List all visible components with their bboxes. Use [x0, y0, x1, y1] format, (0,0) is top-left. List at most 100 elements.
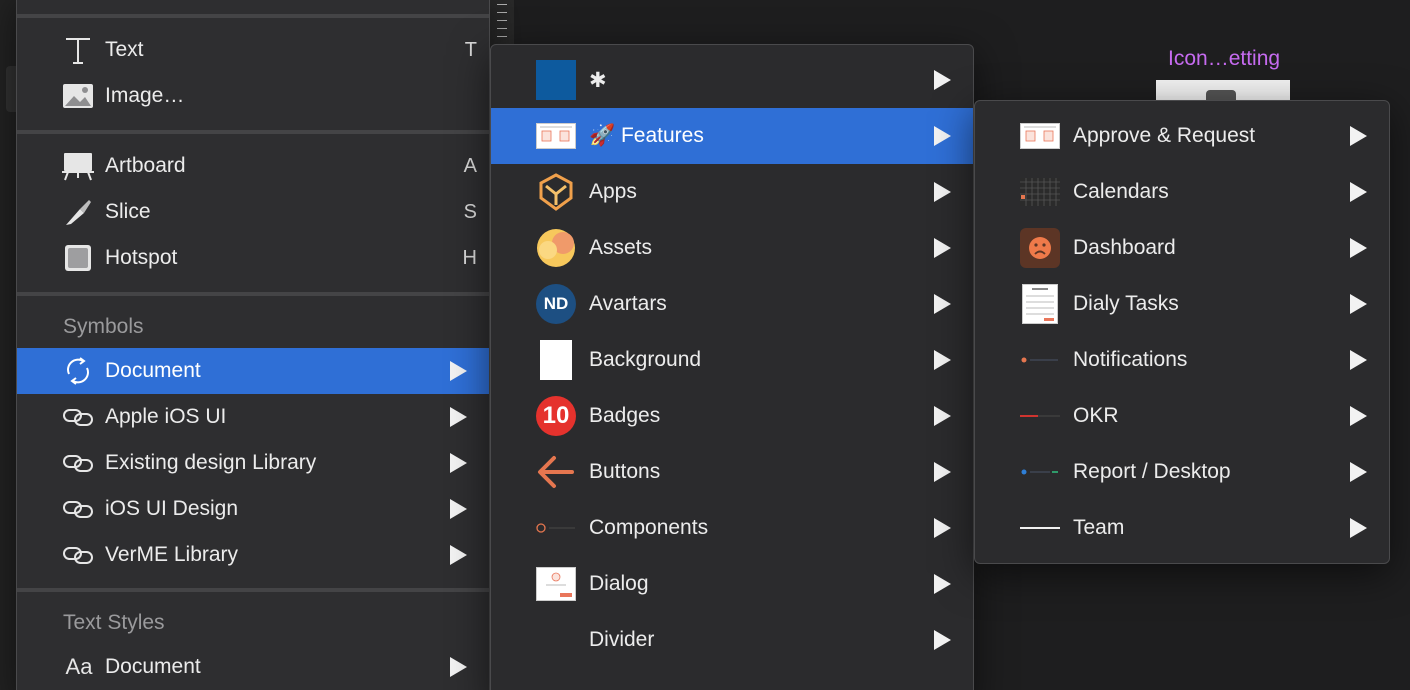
menu-item-divider[interactable]: Divider: [491, 612, 973, 668]
menu-item-symbols-apple-ios-ui[interactable]: Apple iOS UI: [17, 394, 489, 440]
menu-separator: [17, 14, 489, 18]
menu-item-symbols-document[interactable]: Document: [17, 348, 489, 394]
menu-item-label: Apps: [589, 180, 637, 203]
shortcut-key: H: [462, 246, 477, 269]
submenu-arrow-icon: [1350, 518, 1367, 538]
submenu-arrow-icon: [1350, 462, 1367, 482]
menu-item-text[interactable]: Text T: [17, 27, 489, 73]
menu-item-label: iOS UI Design: [105, 497, 239, 520]
symbols-section-header: Symbols: [63, 315, 144, 338]
menu-item-team[interactable]: Team: [975, 500, 1389, 556]
menu-item-dialog[interactable]: Dialog: [491, 556, 973, 612]
avatar-initials: ND: [543, 294, 569, 313]
menu-item-symbols-ios-ui-design[interactable]: iOS UI Design: [17, 486, 489, 532]
menu-item-label: Team: [1073, 516, 1125, 539]
menu-item-asterisk[interactable]: ✱: [491, 52, 973, 108]
menu-item-components[interactable]: Components: [491, 500, 973, 556]
menu-item-label: Calendars: [1073, 180, 1169, 203]
menu-item-notifications[interactable]: Notifications: [975, 332, 1389, 388]
shortcut-key: S: [463, 200, 477, 223]
submenu-arrow-icon: [450, 545, 467, 565]
submenu-arrow-icon: [450, 499, 467, 519]
menu-item-slice[interactable]: Slice S: [17, 189, 489, 235]
menu-item-buttons[interactable]: Buttons: [491, 444, 973, 500]
menu-separator: [17, 292, 489, 296]
red-badge-icon: 10: [536, 396, 576, 436]
library-link-icon: [61, 492, 95, 526]
menu-item-label: Artboard: [105, 154, 186, 177]
sad-face-dashboard-icon: [1019, 227, 1061, 269]
menu-item-label: OKR: [1073, 404, 1119, 427]
library-link-icon: [61, 538, 95, 572]
assets-orb-icon: [535, 227, 577, 269]
menu-item-partially-hidden[interactable]: [491, 668, 973, 690]
menu-item-label: Avartars: [589, 292, 667, 315]
submenu-arrow-icon: [1350, 126, 1367, 146]
arrow-left-icon: [535, 451, 577, 493]
menu-item-apps[interactable]: Apps: [491, 164, 973, 220]
menu-item-label: Divider: [589, 628, 655, 651]
menu-item-label: Image…: [105, 84, 185, 107]
features-submenu: Approve & Request Calendars Dashboard Di…: [974, 100, 1390, 564]
submenu-arrow-icon: [934, 294, 951, 314]
menu-separator: [17, 588, 489, 592]
slice-knife-icon: [61, 195, 95, 229]
menu-item-artboard[interactable]: Artboard A: [17, 143, 489, 189]
menu-item-label: ✱: [589, 68, 607, 92]
menu-item-label: Background: [589, 348, 702, 371]
menu-item-label: Buttons: [589, 460, 661, 483]
image-icon: [61, 79, 95, 113]
insert-menu: Text T Image… Artboard A Slice S Hotspot…: [16, 0, 490, 690]
submenu-arrow-icon: [934, 630, 951, 650]
menu-item-text-styles-document[interactable]: Aa Document: [17, 644, 489, 690]
menu-item-label: Dialy Tasks: [1073, 292, 1179, 315]
shortcut-key: A: [463, 154, 477, 177]
menu-item-label: Dialog: [589, 572, 649, 595]
menu-item-symbols-verme-library[interactable]: VerME Library: [17, 532, 489, 578]
menu-item-label: Components: [589, 516, 709, 539]
menu-item-hotspot[interactable]: Hotspot H: [17, 235, 489, 281]
submenu-arrow-icon: [450, 407, 467, 427]
daily-tasks-thumbnail-icon: [1019, 283, 1061, 325]
okr-progress-line-icon: [1019, 395, 1061, 437]
submenu-arrow-icon: [450, 453, 467, 473]
submenu-arrow-icon: [1350, 182, 1367, 202]
menu-item-label: Hotspot: [105, 246, 178, 269]
menu-item-label: Slice: [105, 200, 151, 223]
menu-item-calendars[interactable]: Calendars: [975, 164, 1389, 220]
menu-item-background[interactable]: Background: [491, 332, 973, 388]
menu-item-badges[interactable]: 10 Badges: [491, 388, 973, 444]
menu-item-features[interactable]: 🚀 Features: [491, 108, 973, 164]
artboard-title[interactable]: Icon…etting: [1168, 47, 1280, 71]
menu-item-dashboard[interactable]: Dashboard: [975, 220, 1389, 276]
menu-item-label: Notifications: [1073, 348, 1188, 371]
menu-item-assets[interactable]: Assets: [491, 220, 973, 276]
submenu-arrow-icon: [934, 574, 951, 594]
menu-item-report-desktop[interactable]: Report / Desktop: [975, 444, 1389, 500]
menu-item-label: Approve & Request: [1073, 124, 1256, 147]
approve-request-thumbnail-icon: [1019, 115, 1061, 157]
submenu-arrow-icon: [934, 70, 951, 90]
menu-item-label: VerME Library: [105, 543, 239, 566]
avatar-initials-icon: ND: [536, 284, 576, 324]
menu-item-okr[interactable]: OKR: [975, 388, 1389, 444]
menu-item-avartars[interactable]: ND Avartars: [491, 276, 973, 332]
menu-item-image[interactable]: Image…: [17, 73, 489, 119]
library-link-icon: [61, 400, 95, 434]
submenu-arrow-icon: [934, 182, 951, 202]
menu-item-symbols-existing-design-library[interactable]: Existing design Library: [17, 440, 489, 486]
sync-document-icon: [61, 354, 95, 388]
menu-item-approve-request[interactable]: Approve & Request: [975, 108, 1389, 164]
menu-separator: [17, 130, 489, 134]
menu-item-label: Document: [105, 655, 201, 678]
menu-item-label: Document: [105, 359, 201, 382]
calendar-grid-icon: [1019, 171, 1061, 213]
notifications-thumbnail-icon: [1019, 339, 1061, 381]
report-thumbnail-icon: [1019, 451, 1061, 493]
blue-square-thumbnail-icon: [535, 59, 577, 101]
menu-item-label: Existing design Library: [105, 451, 317, 474]
team-divider-line-icon: [1019, 507, 1061, 549]
left-panel-tab[interactable]: [6, 66, 16, 112]
components-thumbnail-icon: [535, 507, 577, 549]
menu-item-dialy-tasks[interactable]: Dialy Tasks: [975, 276, 1389, 332]
